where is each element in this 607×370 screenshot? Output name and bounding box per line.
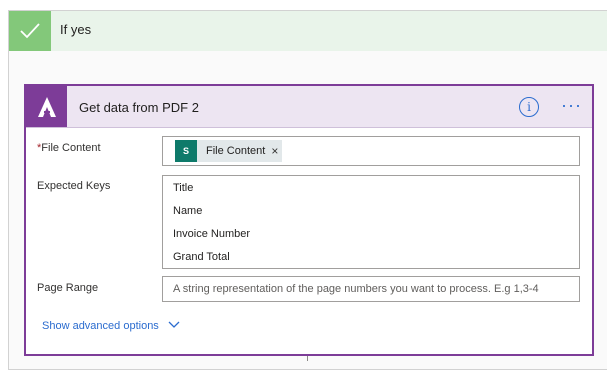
action-title: Get data from PDF 2: [79, 100, 199, 115]
list-item: Title: [173, 182, 194, 194]
branch-title: If yes: [60, 22, 92, 37]
file-content-label-text: File Content: [41, 142, 101, 154]
expected-keys-field[interactable]: Title Name Invoice Number Grand Total: [162, 175, 580, 269]
expected-keys-label: Expected Keys: [37, 180, 111, 192]
token-label: File Content: [206, 145, 266, 157]
action-card-header[interactable]: Get data from PDF 2 i ···: [26, 86, 592, 128]
list-item: Name: [173, 205, 203, 217]
sharepoint-icon: S: [175, 140, 197, 162]
file-content-field[interactable]: S File Content ×: [162, 136, 580, 166]
list-item: Invoice Number: [173, 228, 251, 240]
flow-connector-line: [307, 356, 308, 361]
page-range-input[interactable]: A string representation of the page numb…: [162, 276, 580, 302]
show-advanced-options-link[interactable]: Show advanced options: [42, 320, 180, 332]
remove-token-icon[interactable]: ×: [271, 144, 278, 158]
file-content-token[interactable]: S File Content ×: [175, 140, 283, 162]
info-icon[interactable]: i: [519, 97, 539, 117]
check-icon: [9, 11, 51, 51]
page-range-label: Page Range: [37, 282, 99, 294]
page-range-placeholder: A string representation of the page numb…: [173, 283, 539, 295]
chevron-down-icon: [168, 320, 180, 332]
more-options-icon[interactable]: ···: [561, 96, 582, 114]
advanced-options-label: Show advanced options: [42, 320, 159, 332]
file-content-label: *File Content: [37, 142, 101, 154]
action-card: Get data from PDF 2 i ··· *File Content …: [24, 84, 594, 356]
list-item: Grand Total: [173, 251, 230, 263]
pdf-connector-logo-icon: [26, 86, 67, 127]
branch-header[interactable]: [9, 11, 607, 51]
